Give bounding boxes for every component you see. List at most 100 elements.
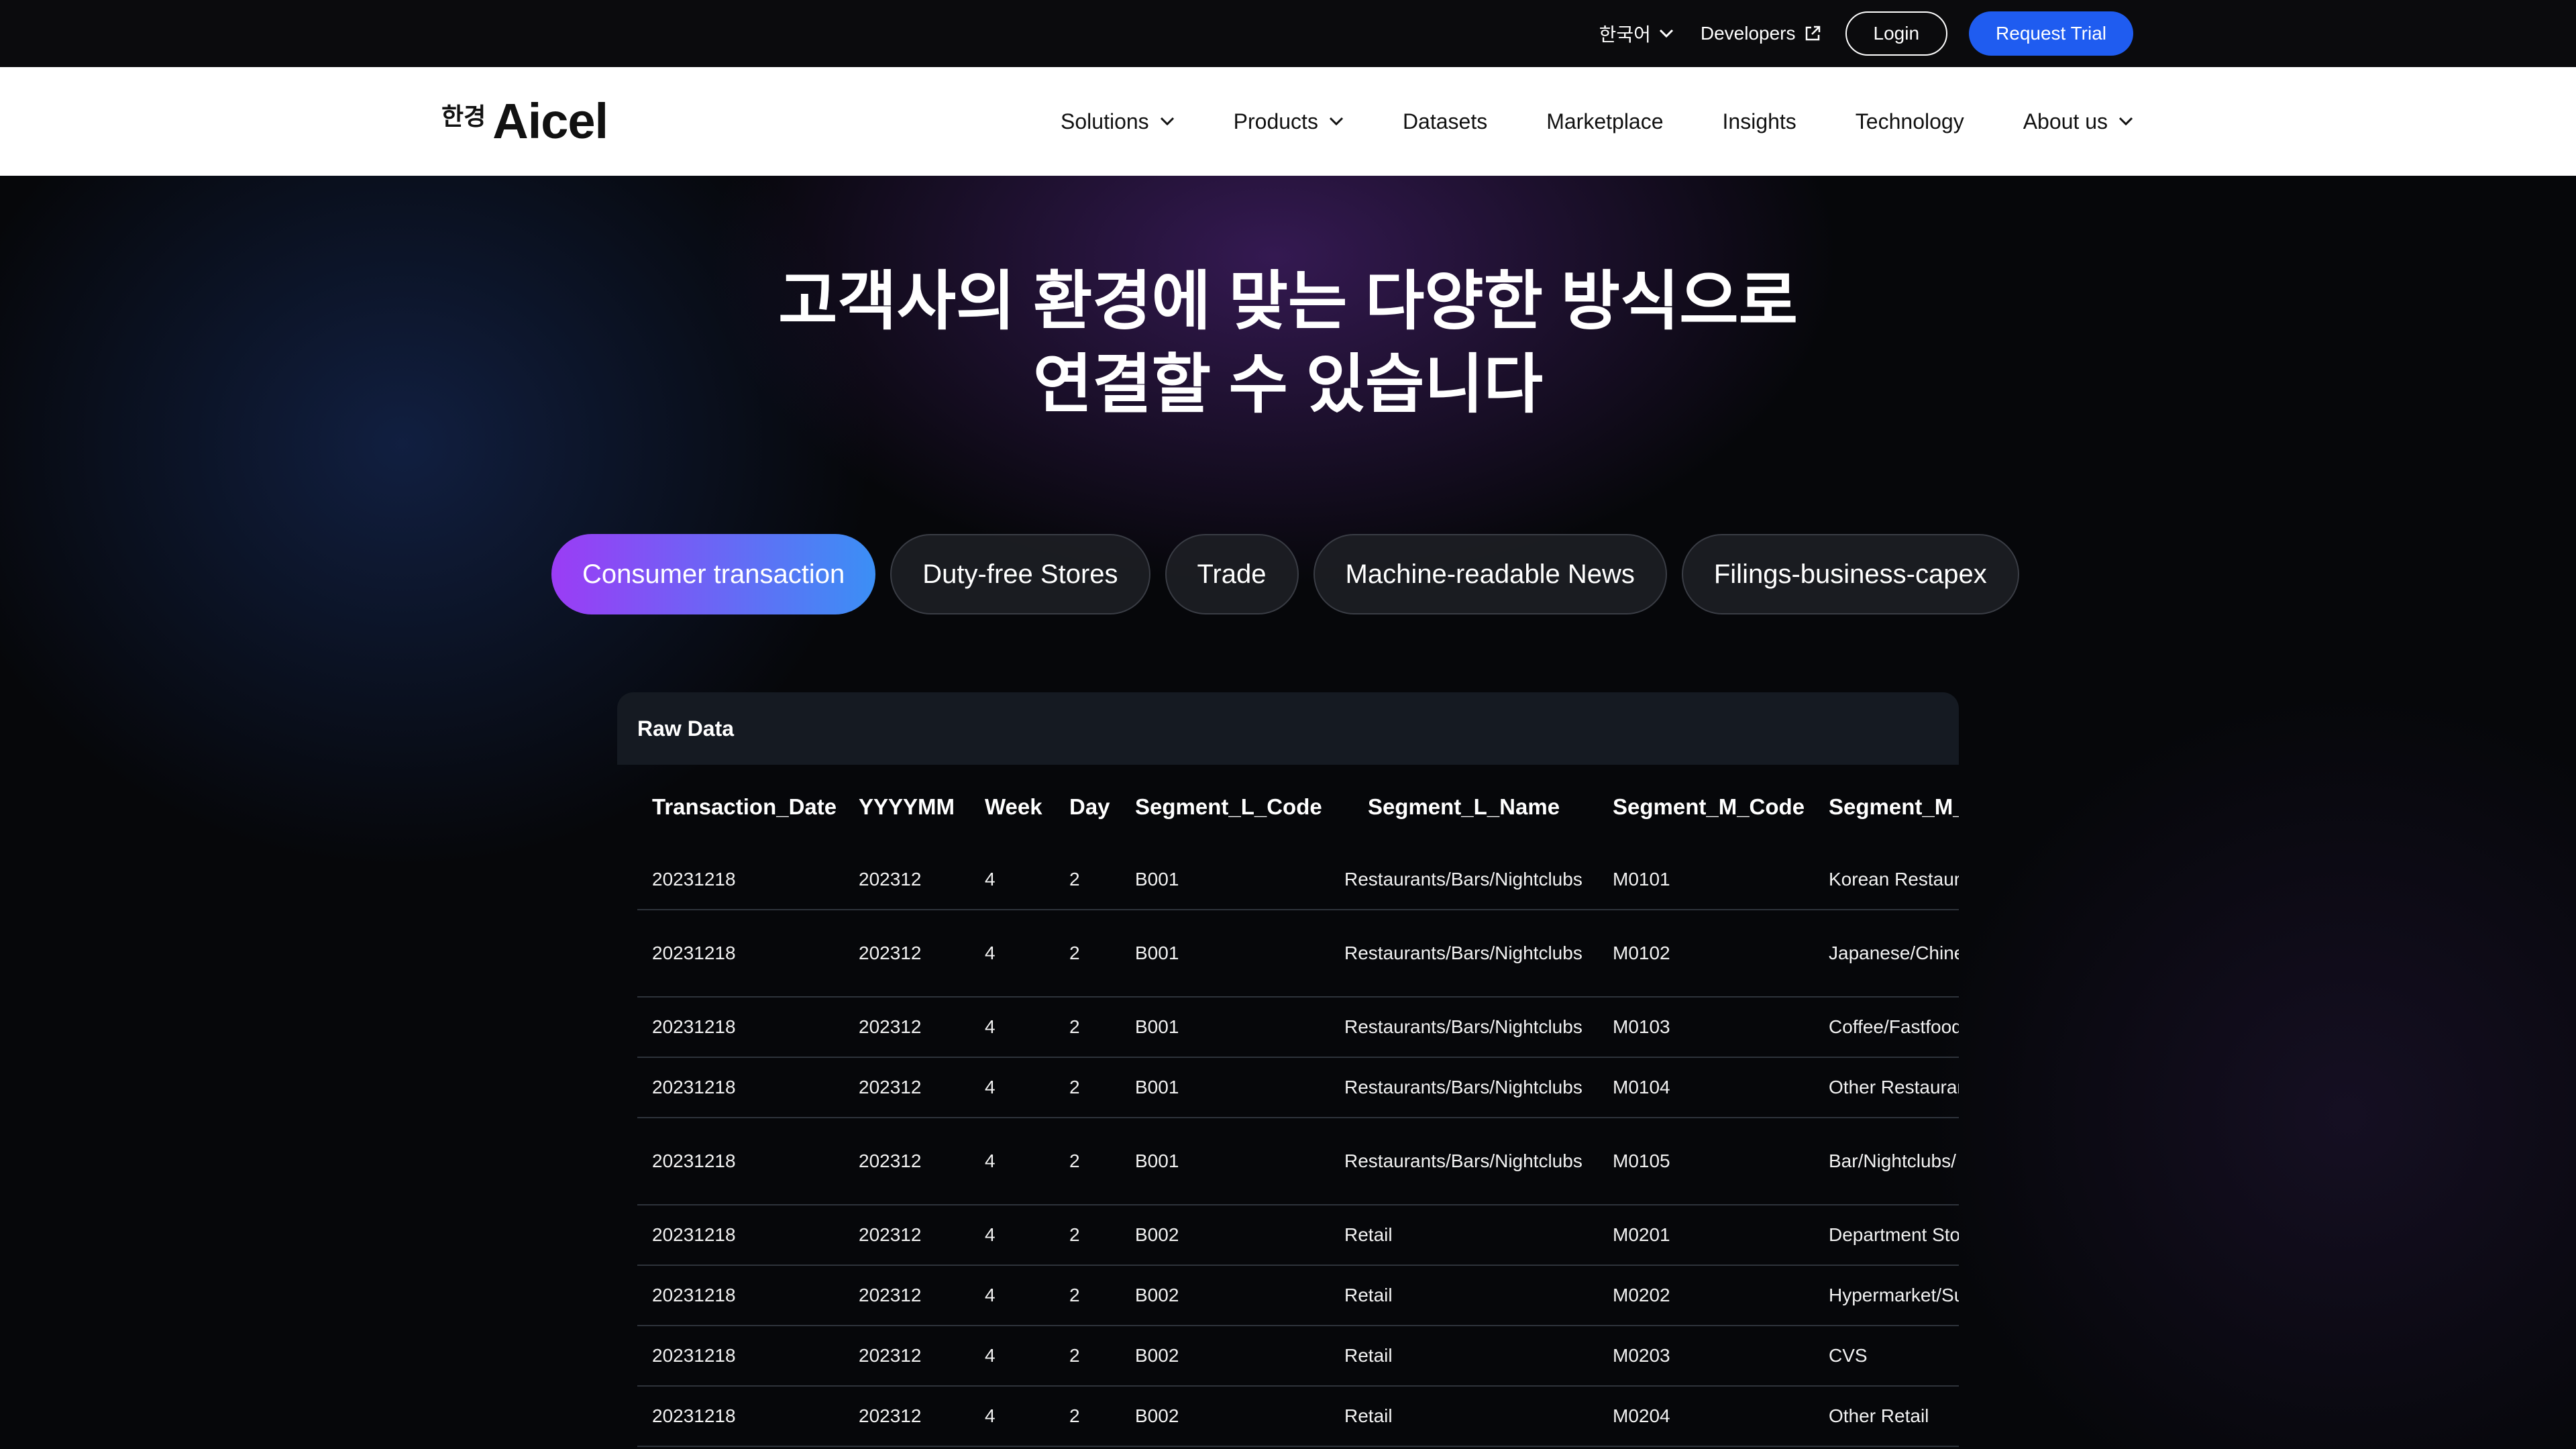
table-row: 20231218 202312 4 2 B001 Restaurants/Bars/Nig…: [637, 1118, 1959, 1205]
table-cell: 20231218: [637, 1265, 844, 1326]
table-cell: M0103: [1598, 997, 1814, 1058]
table-cell: 2: [1055, 1386, 1120, 1447]
nav-item-marketplace[interactable]: Marketplace: [1546, 109, 1663, 134]
language-label: 한국어: [1599, 24, 1651, 45]
table-cell: Restaurants/Bars/Nightclubs: [1330, 1057, 1598, 1118]
table-cell: 20231218: [637, 1057, 844, 1118]
tab-consumer-transaction[interactable]: Consumer transaction: [551, 534, 876, 614]
table-row: 20231218 202312 4 2 B002 Retail M0203 CVS: [637, 1326, 1959, 1387]
table-cell: 202312: [844, 1118, 970, 1205]
nav-item-label: Technology: [1855, 109, 1964, 133]
developers-link[interactable]: Developers: [1701, 23, 1821, 44]
table-cell: 20231218: [637, 1205, 844, 1266]
table-cell: 2: [1055, 997, 1120, 1058]
table-row: 20231218 202312 4 2 B001 Restaurants/Bars/Nig…: [637, 849, 1959, 910]
table-row: 20231218 202312 4 2 B002 Retail M0204 Other Ret…: [637, 1386, 1959, 1447]
table-cell: 20231218: [637, 1118, 844, 1205]
table-cell: M0202: [1598, 1265, 1814, 1326]
table-cell: B002: [1120, 1386, 1330, 1447]
table-cell: Korean Restaurants: [1814, 849, 1959, 910]
table-cell: 4: [970, 997, 1055, 1058]
table-cell: M0104: [1598, 1057, 1814, 1118]
nav-item-label: Products: [1233, 109, 1318, 133]
table-cell: 202312: [844, 849, 970, 910]
chevron-down-icon: [1659, 29, 1673, 38]
table-cell: 4: [970, 1326, 1055, 1387]
table-cell: 20231218: [637, 1326, 844, 1387]
tab-duty-free-stores[interactable]: Duty-free Stores: [890, 534, 1150, 614]
nav-menu: Solutions Products Datasets Marketplace …: [1061, 67, 2133, 176]
table-cell: B001: [1120, 849, 1330, 910]
nav-item-datasets[interactable]: Datasets: [1403, 109, 1487, 134]
table-cell: 2: [1055, 1265, 1120, 1326]
nav-item-label: Marketplace: [1546, 109, 1664, 133]
table-cell: 4: [970, 1265, 1055, 1326]
nav-item-about-us[interactable]: About us: [2023, 109, 2133, 134]
table-cell: M0102: [1598, 910, 1814, 998]
table-cell: Retail: [1330, 1265, 1598, 1326]
table-cell: 2: [1055, 1118, 1120, 1205]
raw-data-panel: Raw Data Transaction_Date YYYYMM Week Da…: [617, 692, 1959, 1449]
table-cell: 4: [970, 849, 1055, 910]
table-cell: 4: [970, 1057, 1055, 1118]
nav-item-label: Datasets: [1402, 109, 1488, 133]
table-cell: 2: [1055, 1205, 1120, 1266]
hero-title-line1: 고객사의 환경에 맞는 다양한 방식으로: [778, 266, 1798, 337]
column-header: Segment_M_Code: [1613, 794, 1805, 819]
column-header: YYYYMM: [859, 794, 955, 819]
table-cell: 202312: [844, 1326, 970, 1387]
table-cell: Hypermarket/Supermarket: [1814, 1265, 1959, 1326]
external-link-icon: [1805, 25, 1820, 41]
table-cell: 4: [970, 1205, 1055, 1266]
table-row: 20231218 202312 4 2 B001 Restaurants/Bars/Nig…: [637, 910, 1959, 998]
table-cell: B002: [1120, 1265, 1330, 1326]
main-navigation: 한경 Aicel Solutions Products Datasets Mar…: [0, 67, 2576, 176]
table-cell: B001: [1120, 910, 1330, 998]
nav-item-solutions[interactable]: Solutions: [1061, 109, 1175, 134]
table-cell: B002: [1120, 1326, 1330, 1387]
table-cell: 4: [970, 1386, 1055, 1447]
hero-title-line2: 연결할 수 있습니다: [1033, 349, 1543, 421]
nav-item-label: Insights: [1722, 109, 1796, 133]
table-cell: Retail: [1330, 1205, 1598, 1266]
table-cell: M0101: [1598, 849, 1814, 910]
table-cell: 202312: [844, 997, 970, 1058]
login-button[interactable]: Login: [1845, 11, 1948, 56]
logo[interactable]: 한경 Aicel: [441, 97, 608, 146]
table-cell: 20231218: [637, 1386, 844, 1447]
column-header: Segment_L_Name: [1367, 794, 1560, 819]
chevron-down-icon: [1160, 117, 1174, 126]
nav-item-technology[interactable]: Technology: [1856, 109, 1964, 134]
table-cell: Department Stores: [1814, 1205, 1959, 1266]
table-cell: 202312: [844, 1386, 970, 1447]
table-cell: 20231218: [637, 849, 844, 910]
tab-filings-business-capex[interactable]: Filings-business-capex: [1681, 534, 2019, 614]
raw-data-title: Raw Data: [617, 692, 1959, 765]
table-cell: M0204: [1598, 1386, 1814, 1447]
table-cell: Restaurants/Bars/Nightclubs: [1330, 1118, 1598, 1205]
dataset-tabs: Consumer transaction Duty-free Stores Tr…: [551, 534, 2034, 614]
raw-data-table-scroll[interactable]: Transaction_Date YYYYMM Week Day Segment…: [637, 765, 1959, 1447]
request-trial-button[interactable]: Request Trial: [1969, 11, 2133, 56]
table-cell: M0203: [1598, 1326, 1814, 1387]
table-cell: Restaurants/Bars/Nightclubs: [1330, 997, 1598, 1058]
tab-machine-readable-news[interactable]: Machine-readable News: [1313, 534, 1667, 614]
language-selector[interactable]: 한국어: [1599, 20, 1674, 47]
table-row: 20231218 202312 4 2 B002 Retail M0202 Hypermark…: [637, 1265, 1959, 1326]
table-cell: 2: [1055, 910, 1120, 998]
table-cell: 2: [1055, 1326, 1120, 1387]
table-cell: Other Retail: [1814, 1386, 1959, 1447]
table-cell: M0201: [1598, 1205, 1814, 1266]
table-cell: Japanese/Chinese Dining: [1814, 910, 1959, 998]
nav-item-insights[interactable]: Insights: [1723, 109, 1796, 134]
chevron-down-icon: [2118, 117, 2133, 126]
table-row: 20231218 202312 4 2 B001 Restaurants/Bars/Nig…: [637, 997, 1959, 1058]
table-cell: 2: [1055, 1057, 1120, 1118]
table-cell: B001: [1120, 1057, 1330, 1118]
logo-text: Aicel: [492, 93, 608, 149]
column-header: Transaction_Date: [652, 794, 837, 819]
table-cell: M0105: [1598, 1118, 1814, 1205]
table-cell: Other Restaurants: [1814, 1057, 1959, 1118]
nav-item-products[interactable]: Products: [1234, 109, 1344, 134]
tab-trade[interactable]: Trade: [1165, 534, 1299, 614]
